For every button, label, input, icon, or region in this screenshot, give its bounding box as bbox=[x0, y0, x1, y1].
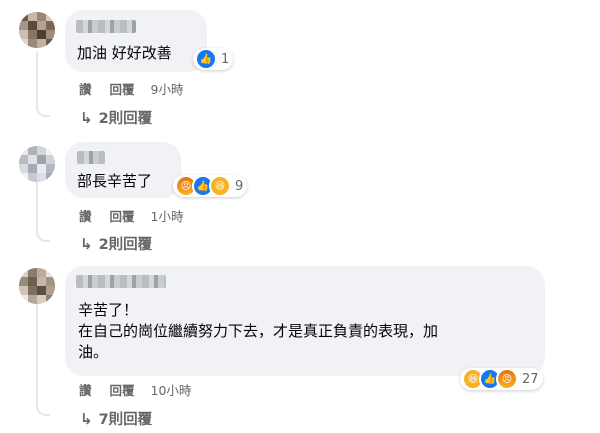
timestamp[interactable]: 9小時 bbox=[151, 79, 184, 98]
timestamp[interactable]: 10小時 bbox=[151, 380, 192, 399]
avatar[interactable] bbox=[19, 12, 55, 48]
commenter-name-blurred[interactable] bbox=[77, 151, 105, 164]
comment-bubble: 加油 好好改善 bbox=[65, 10, 207, 72]
view-replies-label: 2則回覆 bbox=[98, 237, 153, 253]
reply-arrow-icon: ↳ bbox=[80, 108, 93, 127]
avatar[interactable] bbox=[19, 146, 55, 182]
like-button[interactable]: 讚 bbox=[79, 206, 92, 225]
view-replies-link[interactable]: ↳ 2則回覆 bbox=[80, 107, 152, 128]
thread-elbow bbox=[36, 226, 50, 242]
reply-button[interactable]: 回覆 bbox=[110, 380, 135, 399]
like-button[interactable]: 讚 bbox=[79, 380, 92, 399]
commenter-name-blurred[interactable] bbox=[76, 275, 166, 288]
comment-text: 部長辛苦了 bbox=[77, 172, 153, 190]
thread-elbow bbox=[36, 101, 50, 117]
commenter-name-blurred[interactable] bbox=[76, 20, 136, 33]
comment-actions: 讚 回覆 9小時 bbox=[79, 79, 183, 98]
thread-line bbox=[36, 182, 38, 227]
angry-icon: 😠 bbox=[496, 368, 518, 390]
reaction-count: 9 bbox=[235, 178, 244, 194]
comment-text-line-2: 在自己的崗位繼續努力下去，才是真正負責的表現，加 bbox=[78, 322, 439, 340]
view-replies-link[interactable]: ↳ 7則回覆 bbox=[80, 408, 152, 429]
comment-text: 加油 好好改善 bbox=[77, 44, 172, 62]
thread-elbow bbox=[36, 400, 50, 416]
reaction-summary[interactable]: 👍 1 bbox=[193, 48, 234, 70]
comment-text-line-1: 辛苦了！ bbox=[78, 301, 139, 319]
reaction-count: 1 bbox=[221, 51, 230, 67]
haha-icon: 😆 bbox=[209, 175, 231, 197]
like-button[interactable]: 讚 bbox=[79, 79, 92, 98]
timestamp[interactable]: 1小時 bbox=[151, 206, 184, 225]
view-replies-label: 7則回覆 bbox=[98, 412, 153, 428]
reply-arrow-icon: ↳ bbox=[80, 234, 93, 253]
thread-line bbox=[36, 52, 38, 102]
reply-button[interactable]: 回覆 bbox=[110, 206, 135, 225]
comment-bubble: 部長辛苦了 bbox=[65, 142, 181, 198]
view-replies-link[interactable]: ↳ 2則回覆 bbox=[80, 233, 152, 254]
comment-actions: 讚 回覆 10小時 bbox=[79, 380, 191, 399]
reply-arrow-icon: ↳ bbox=[80, 409, 93, 428]
reaction-summary[interactable]: 😠 👍 😆 9 bbox=[173, 175, 248, 197]
view-replies-label: 2則回覆 bbox=[98, 111, 153, 127]
comment-bubble: 辛苦了！ 在自己的崗位繼續努力下去，才是真正負責的表現，加 油。 bbox=[65, 266, 545, 376]
reply-button[interactable]: 回覆 bbox=[110, 79, 135, 98]
reaction-count: 27 bbox=[522, 371, 539, 387]
like-icon: 👍 bbox=[195, 48, 217, 70]
avatar[interactable] bbox=[19, 268, 55, 304]
thread-line bbox=[36, 304, 38, 401]
comment-text-line-3: 油。 bbox=[78, 343, 109, 361]
comment-actions: 讚 回覆 1小時 bbox=[79, 206, 183, 225]
reaction-summary[interactable]: 😆 👍 😠 27 bbox=[460, 368, 543, 390]
